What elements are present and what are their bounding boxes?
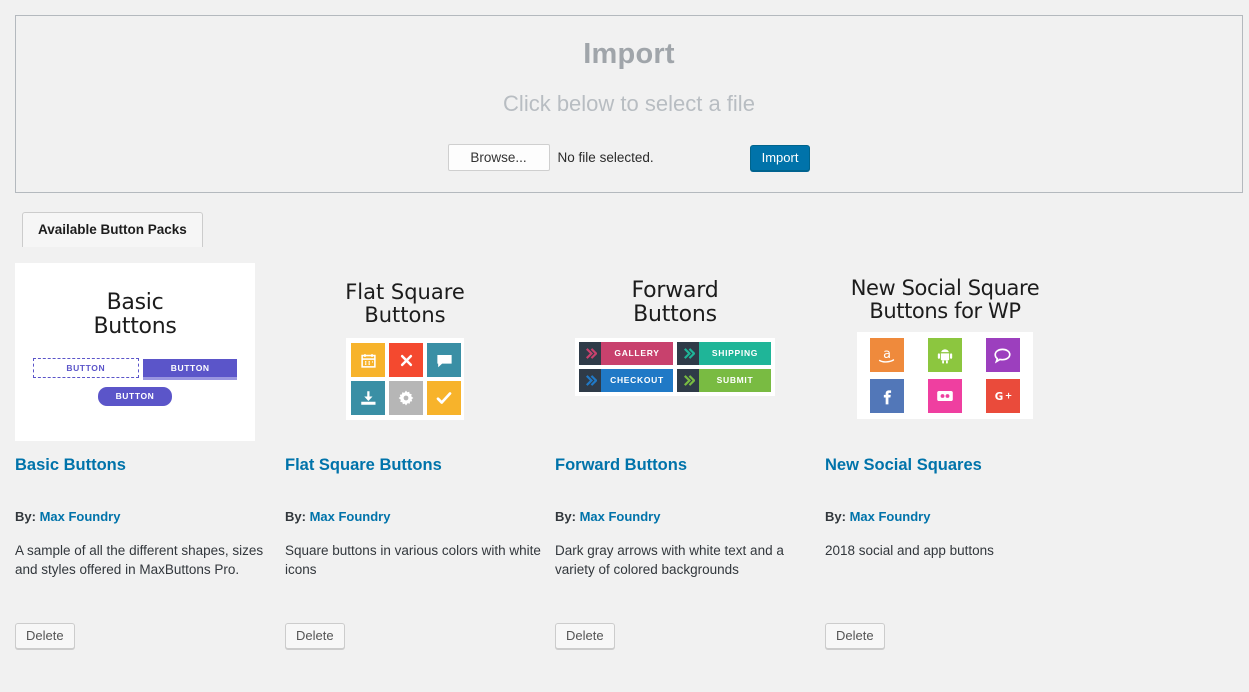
- button-pack-card: Flat Square Buttons Flat Square Buttons …: [285, 263, 555, 649]
- thumb-title: Basic Buttons: [15, 263, 255, 339]
- pack-author-link[interactable]: Max Foundry: [310, 509, 391, 524]
- import-dropzone[interactable]: Import Click below to select a file Brow…: [15, 15, 1243, 193]
- delete-button[interactable]: Delete: [555, 623, 615, 649]
- svg-text:+: +: [1005, 392, 1012, 402]
- button-pack-card: New Social Square Buttons for WP a G + N…: [825, 263, 1095, 649]
- chevron-right-icon: [579, 341, 601, 365]
- sample-icon-grid: a G +: [857, 332, 1033, 420]
- download-icon: [351, 381, 385, 416]
- thumb-title-line1: Forward: [631, 278, 719, 303]
- pack-author-line: By: Max Foundry: [285, 509, 555, 524]
- sample-button-grid: GALLERY SHIPPING CHECKOUT SUBMIT: [575, 337, 775, 396]
- sample-button-label: SUBMIT: [716, 375, 754, 385]
- pack-description: Square buttons in various colors with wh…: [285, 543, 541, 577]
- amazon-icon: a: [870, 338, 905, 373]
- import-controls: Browse... No file selected. Import: [16, 144, 1242, 171]
- sample-button-label: GALLERY: [614, 348, 660, 358]
- sample-forward-button: SHIPPING: [677, 341, 771, 365]
- pack-author-link[interactable]: Max Foundry: [40, 509, 121, 524]
- by-label: By:: [285, 509, 306, 524]
- pack-author-line: By: Max Foundry: [825, 509, 1095, 524]
- comment-icon: [985, 338, 1020, 373]
- pack-thumbnail: Basic Buttons BUTTON BUTTON BUTTON: [15, 263, 255, 441]
- delete-button[interactable]: Delete: [285, 623, 345, 649]
- pack-title-link[interactable]: Basic Buttons: [15, 456, 285, 475]
- by-label: By:: [825, 509, 846, 524]
- pack-author-link[interactable]: Max Foundry: [850, 509, 931, 524]
- by-label: By:: [555, 509, 576, 524]
- sample-forward-button: SUBMIT: [677, 368, 771, 392]
- pack-title-link[interactable]: Flat Square Buttons: [285, 456, 555, 475]
- thumb-title: Flat Square Buttons: [285, 263, 525, 326]
- pack-title-link[interactable]: New Social Squares: [825, 456, 1095, 475]
- thumb-title-line2: Buttons: [93, 313, 177, 339]
- thumb-title-line1: Basic: [106, 290, 164, 315]
- import-heading: Import: [583, 38, 675, 70]
- browse-button[interactable]: Browse...: [447, 144, 550, 171]
- thumb-title: New Social Square Buttons for WP: [825, 263, 1065, 322]
- pack-author-line: By: Max Foundry: [15, 509, 285, 524]
- sample-button-solid: BUTTON: [143, 358, 238, 380]
- comment-icon: [427, 343, 461, 378]
- file-status-label: No file selected.: [557, 150, 654, 165]
- pack-author-link[interactable]: Max Foundry: [580, 509, 661, 524]
- sample-forward-button: GALLERY: [579, 341, 673, 365]
- sample-forward-button: CHECKOUT: [579, 368, 673, 392]
- by-label: By:: [15, 509, 36, 524]
- svg-text:a: a: [883, 347, 891, 362]
- thumb-title-line2: Buttons: [633, 301, 717, 327]
- button-pack-grid: Basic Buttons BUTTON BUTTON BUTTON Basic…: [15, 263, 1235, 649]
- gear-icon: [389, 381, 423, 416]
- button-pack-card: Forward Buttons GALLERY SHIPPING CHECKOU…: [555, 263, 825, 649]
- thumb-title-line2: Buttons: [364, 302, 446, 327]
- calendar-icon: [351, 343, 385, 378]
- thumb-title-line2: Buttons for WP: [869, 298, 1021, 323]
- google-plus-icon: G +: [985, 379, 1020, 414]
- chevron-right-icon: [677, 341, 699, 365]
- delete-button[interactable]: Delete: [15, 623, 75, 649]
- svg-text:G: G: [994, 391, 1003, 403]
- pack-thumbnail: Forward Buttons GALLERY SHIPPING CHECKOU…: [555, 263, 795, 441]
- close-icon: [389, 343, 423, 378]
- pack-title-link[interactable]: Forward Buttons: [555, 456, 825, 475]
- tab-bar: Available Button Packs: [22, 212, 203, 247]
- pack-description: A sample of all the different shapes, si…: [15, 543, 264, 577]
- chevron-right-icon: [579, 368, 601, 392]
- sample-button-label: SHIPPING: [711, 348, 759, 358]
- thumb-title-line1: New Social Square: [850, 276, 1040, 300]
- sample-button-stack: BUTTON BUTTON BUTTON: [15, 353, 255, 406]
- pack-description: Dark gray arrows with white text and a v…: [555, 543, 784, 577]
- check-icon: [427, 381, 461, 416]
- button-pack-card: Basic Buttons BUTTON BUTTON BUTTON Basic…: [15, 263, 285, 649]
- import-subheading: Click below to select a file: [503, 91, 755, 116]
- cut-off-header-text: [0, 0, 1249, 4]
- android-icon: [927, 338, 962, 373]
- sample-icon-grid: [346, 338, 464, 421]
- pack-description: 2018 social and app buttons: [825, 543, 994, 558]
- thumb-title: Forward Buttons: [555, 263, 795, 327]
- pack-thumbnail: Flat Square Buttons: [285, 263, 525, 441]
- pack-author-line: By: Max Foundry: [555, 509, 825, 524]
- import-button[interactable]: Import: [749, 144, 811, 171]
- facebook-icon: [870, 379, 905, 414]
- chevron-right-icon: [677, 368, 699, 392]
- tab-available-button-packs[interactable]: Available Button Packs: [22, 212, 203, 247]
- sample-button-outline: BUTTON: [32, 357, 139, 378]
- delete-button[interactable]: Delete: [825, 623, 885, 649]
- pack-thumbnail: New Social Square Buttons for WP a G +: [825, 263, 1065, 441]
- sample-button-label: CHECKOUT: [610, 375, 664, 385]
- flickr-icon: [927, 379, 962, 414]
- thumb-title-line1: Flat Square: [345, 280, 465, 304]
- admin-page: Import Click below to select a file Brow…: [0, 0, 1249, 692]
- sample-button-rounded: BUTTON: [98, 386, 172, 406]
